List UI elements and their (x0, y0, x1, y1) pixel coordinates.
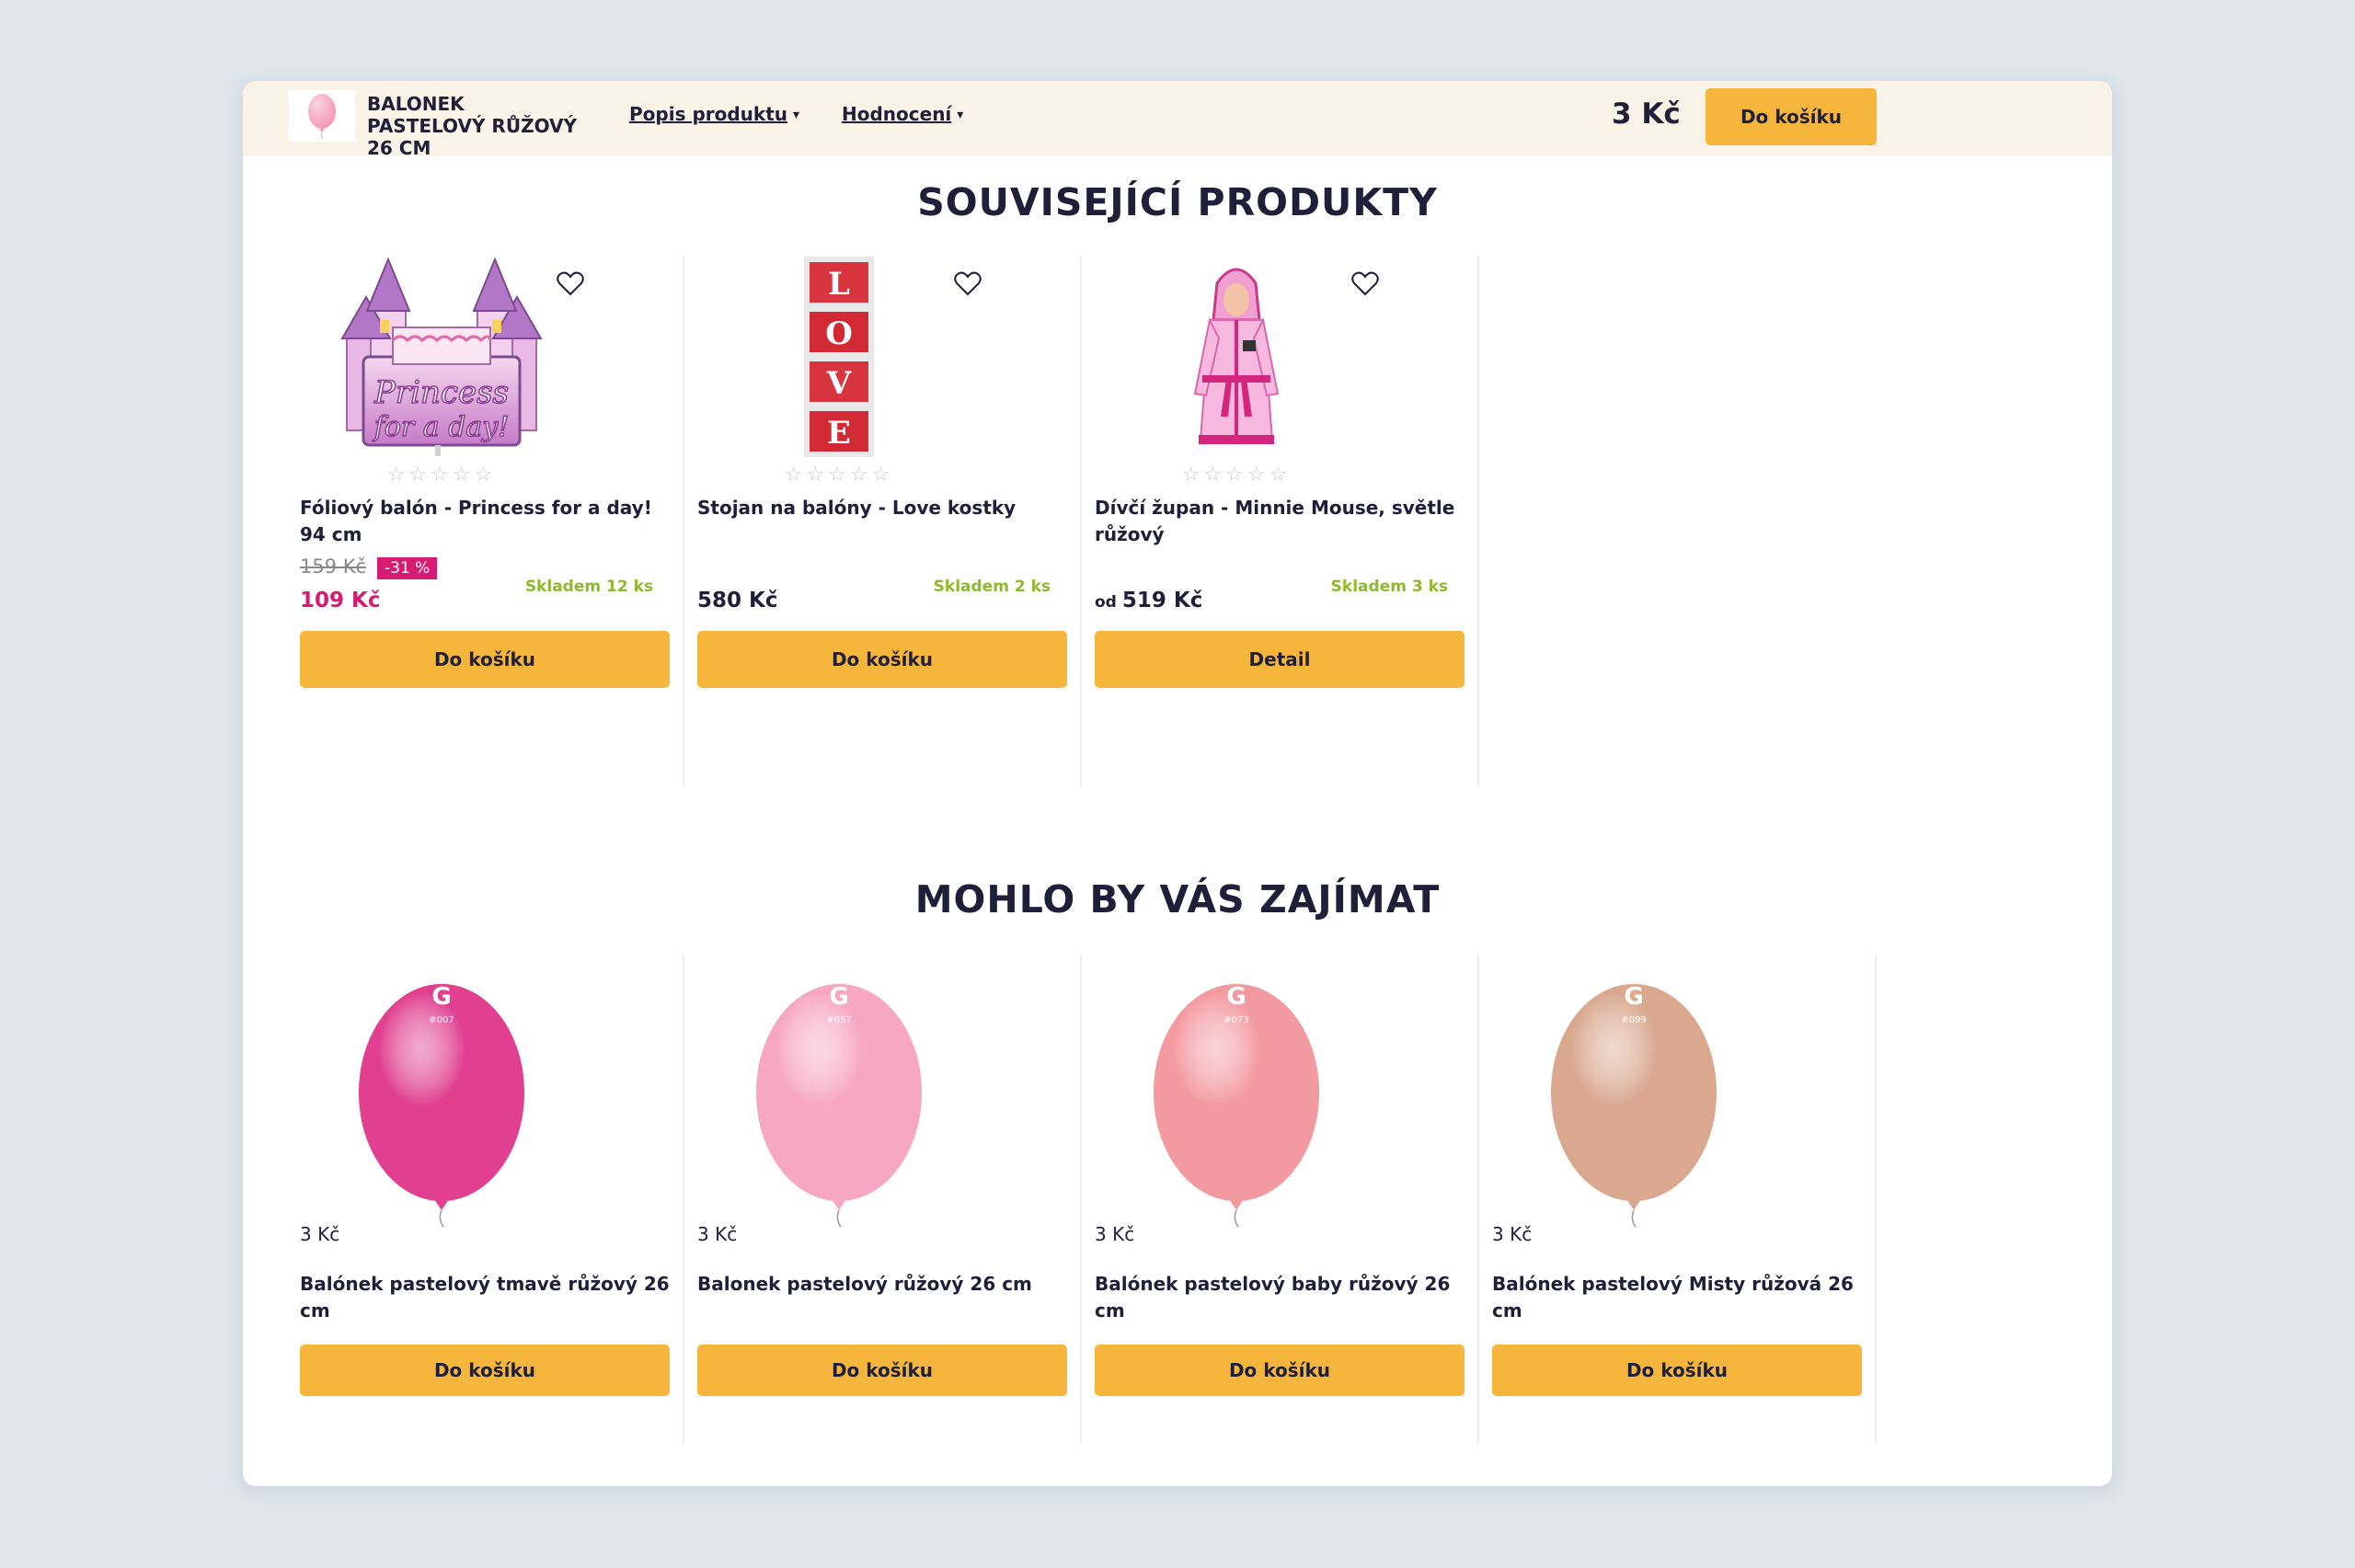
price-prefix: od (1095, 593, 1117, 612)
detail-button[interactable]: Detail (1095, 631, 1465, 688)
stock-status: Skladem 12 ks (524, 578, 653, 596)
product-price: 3 Kč (1492, 1223, 1533, 1245)
wishlist-heart-icon[interactable] (1350, 269, 1380, 298)
product-price: 3 Kč (300, 1223, 340, 1245)
add-to-cart-button[interactable]: Do košíku (300, 1345, 670, 1396)
add-to-cart-button[interactable]: Do košíku (697, 631, 1067, 688)
stock-status: Skladem 3 ks (1330, 578, 1448, 596)
rating-stars: ☆☆☆☆☆ (784, 464, 894, 486)
balloon-code: #007 (429, 1015, 454, 1025)
block-letter: O (825, 315, 853, 352)
brand-logo: G (1226, 983, 1246, 1011)
product-card[interactable]: L O V E ☆☆☆☆☆ Stojan na balóny - Love ko… (640, 256, 1067, 787)
product-price: 3 Kč (1612, 97, 1681, 131)
balloon-code: #057 (826, 1015, 851, 1025)
product-image[interactable] (1038, 256, 1435, 458)
price-value: 519 Kč (1121, 589, 1203, 612)
stock-status: Skladem 2 ks (933, 578, 1051, 596)
product-name[interactable]: Fóliový balón - Princess for a day! 94 c… (300, 495, 677, 548)
suggested-products-heading: MOHLO BY VÁS ZAJÍMAT (914, 877, 1441, 921)
wishlist-heart-icon[interactable] (556, 269, 585, 298)
related-products-heading: SOUVISEJÍCÍ PRODUKTY (917, 180, 1438, 224)
product-name[interactable]: Stojan na balóny - Love kostky (697, 495, 1074, 521)
product-price: od 519 Kč (1095, 589, 1202, 612)
discount-badge: -31 % (377, 557, 438, 579)
product-card[interactable]: ☆☆☆☆☆ Dívčí župan - Minnie Mouse, světle… (1038, 256, 1465, 787)
add-to-cart-button[interactable]: Do košíku (300, 631, 670, 688)
princess-text: Princess (373, 374, 509, 411)
product-price: 3 Kč (697, 1223, 738, 1245)
product-name[interactable]: Balónek pastelový tmavě růžový 26 cm (300, 1271, 677, 1324)
wishlist-heart-icon[interactable] (953, 269, 982, 298)
card-divider (1875, 955, 1877, 1444)
balloon-code: #073 (1223, 1015, 1248, 1025)
product-card[interactable]: Princess for a day! ☆☆☆☆☆ Fóliový balón … (243, 256, 670, 787)
card-divider (1477, 256, 1479, 787)
block-letter: E (827, 415, 851, 452)
nav-product-description[interactable]: Popis produktu ▾ (629, 103, 799, 125)
product-image[interactable]: G #007 (243, 973, 640, 1240)
product-title: BALONEK PASTELOVÝ RŮŽOVÝ 26 CM (367, 93, 577, 159)
product-image[interactable]: G #073 (1038, 973, 1435, 1240)
rating-stars: ☆☆☆☆☆ (386, 464, 497, 486)
product-card[interactable]: G #073 3 Kč Balónek pastelový baby růžový 2… (1038, 955, 1465, 1444)
product-page-window: BALONEK PASTELOVÝ RŮŽOVÝ 26 CM Popis pro… (243, 81, 2112, 1486)
original-price: 159 Kč (300, 555, 367, 578)
chevron-down-icon: ▾ (793, 108, 800, 122)
rating-stars: ☆☆☆☆☆ (1181, 464, 1292, 486)
product-image[interactable]: Princess for a day! (243, 256, 640, 458)
product-price: 3 Kč (1095, 1223, 1135, 1245)
nav-label: Popis produktu (629, 103, 788, 125)
nav-label: Hodnocení (842, 103, 952, 125)
brand-logo: G (1624, 983, 1643, 1011)
sticky-product-bar: BALONEK PASTELOVÝ RŮŽOVÝ 26 CM Popis pro… (243, 81, 2112, 159)
brand-logo: G (829, 983, 848, 1011)
add-to-cart-button[interactable]: Do košíku (1095, 1345, 1465, 1396)
product-image[interactable]: L O V E (640, 256, 1038, 458)
balloon-code: #099 (1621, 1015, 1646, 1025)
block-letter: L (828, 266, 850, 303)
product-name[interactable]: Balonek pastelový růžový 26 cm (697, 1271, 1074, 1298)
product-price: 580 Kč (697, 589, 778, 612)
product-name[interactable]: Balónek pastelový Misty růžová 26 cm (1492, 1271, 1869, 1324)
product-card[interactable]: G #007 3 Kč Balónek pastelový tmavě růžový … (243, 955, 670, 1444)
product-thumbnail (289, 90, 355, 142)
add-to-cart-button[interactable]: Do košíku (697, 1345, 1067, 1396)
product-card[interactable]: G #057 3 Kč Balonek pastelový růžový 26 cm D… (640, 955, 1067, 1444)
add-to-cart-button[interactable]: Do košíku (1706, 88, 1877, 145)
brand-logo: G (431, 983, 451, 1011)
for-a-day-text: for a day! (373, 411, 510, 443)
product-image[interactable]: G #057 (640, 973, 1038, 1240)
add-to-cart-button[interactable]: Do košíku (1492, 1345, 1862, 1396)
block-letter: V (826, 365, 852, 402)
product-name[interactable]: Balónek pastelový baby růžový 26 cm (1095, 1271, 1472, 1324)
nav-reviews[interactable]: Hodnocení ▾ (842, 103, 963, 125)
product-name[interactable]: Dívčí župan - Minnie Mouse, světle růžov… (1095, 495, 1472, 548)
product-card[interactable]: G #099 3 Kč Balónek pastelový Misty růžová … (1435, 955, 1862, 1444)
chevron-down-icon: ▾ (957, 108, 964, 122)
sale-price: 109 Kč (300, 589, 381, 612)
product-image[interactable]: G #099 (1435, 973, 1832, 1240)
